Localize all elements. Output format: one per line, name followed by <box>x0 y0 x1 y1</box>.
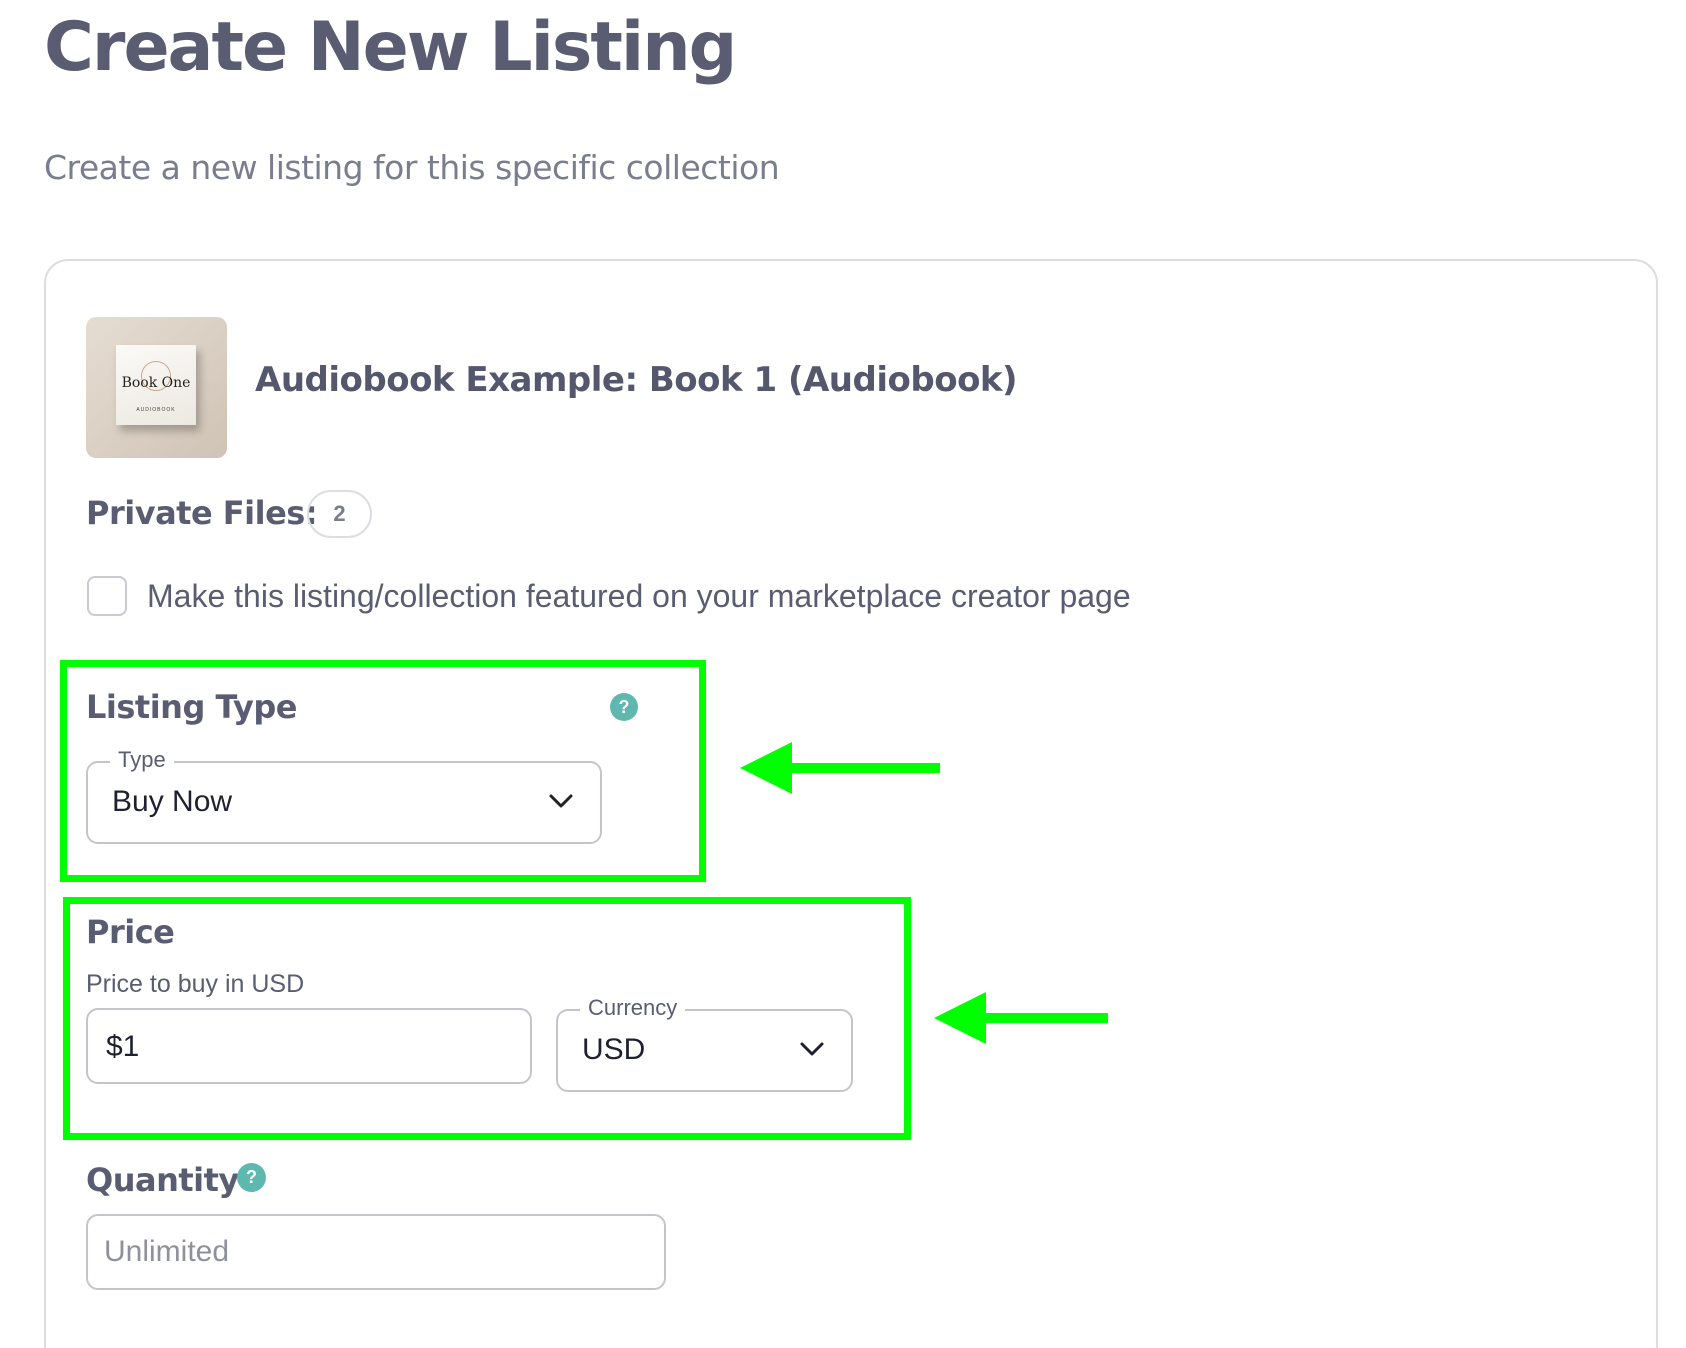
page-subtitle: Create a new listing for this specific c… <box>44 148 780 187</box>
item-thumbnail: Book One AUDIOBOOK <box>86 317 227 458</box>
quantity-input[interactable] <box>104 1232 644 1272</box>
featured-checkbox[interactable] <box>87 576 127 616</box>
quantity-field[interactable] <box>86 1214 666 1290</box>
private-files-count-badge: 2 <box>307 490 372 538</box>
listing-type-highlight-box <box>60 660 706 882</box>
featured-checkbox-label[interactable]: Make this listing/collection featured on… <box>147 578 1131 615</box>
private-files-label: Private Files: <box>86 494 318 532</box>
page-title: Create New Listing <box>44 8 737 87</box>
arrow-left-icon <box>934 992 1108 1044</box>
book-cover-subtitle: AUDIOBOOK <box>136 407 176 413</box>
book-cover-title: Book One <box>121 375 191 391</box>
help-icon[interactable]: ? <box>237 1163 266 1192</box>
price-highlight-box <box>63 897 911 1140</box>
arrow-left-icon <box>740 742 940 794</box>
book-cover-image: Book One AUDIOBOOK <box>116 345 196 425</box>
quantity-label: Quantity <box>86 1161 239 1199</box>
item-title: Audiobook Example: Book 1 (Audiobook) <box>255 360 1018 400</box>
